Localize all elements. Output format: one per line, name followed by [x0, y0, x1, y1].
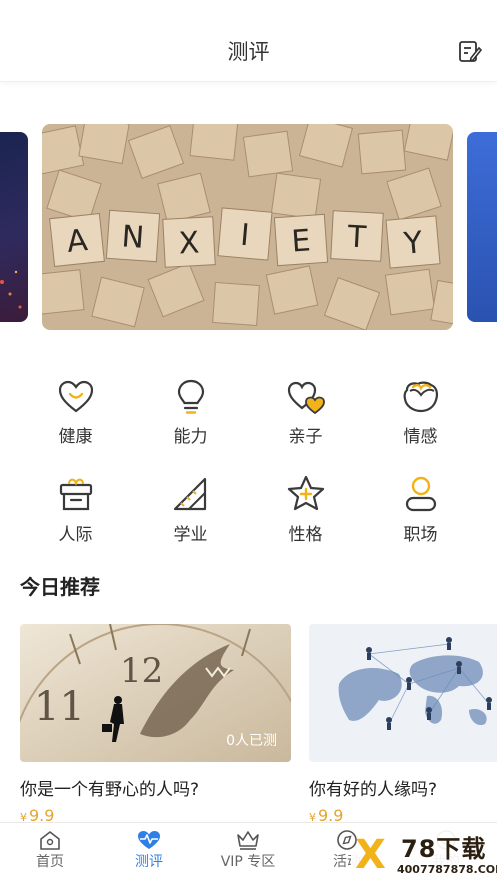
tab-home[interactable]: 首页 — [0, 829, 100, 871]
gift-box-icon — [59, 478, 92, 511]
heartbeat-icon — [138, 831, 160, 849]
letter-tile-text: T — [346, 219, 368, 255]
category-label: 职场 — [403, 525, 438, 545]
double-heart-icon — [287, 381, 325, 415]
category-ability[interactable]: 能力 — [133, 378, 248, 468]
banner-next-slide[interactable] — [467, 132, 497, 322]
category-label: 情感 — [403, 427, 438, 447]
category-personality[interactable]: 性格 — [248, 474, 363, 564]
card-title: 你是一个有野心的人吗? — [20, 780, 200, 800]
letter-tile: I — [217, 207, 273, 261]
tested-count-badge: 0人已测 — [226, 733, 277, 749]
category-label: 性格 — [288, 525, 323, 545]
letter-tile-text: N — [120, 219, 145, 255]
letter-tile: Y — [385, 215, 441, 269]
letter-tile-text: X — [178, 225, 200, 261]
section-title-recommend: 今日推荐 — [20, 575, 100, 599]
card-title: 你有好的人缘吗? — [309, 780, 438, 800]
category-health[interactable]: 健康 — [18, 378, 133, 468]
letter-tile: X — [162, 216, 216, 268]
card-image-network — [309, 624, 497, 762]
letter-tile: T — [330, 210, 384, 262]
banner-prev-slide[interactable] — [0, 132, 28, 322]
letter-tile: A — [49, 212, 105, 268]
tab-label: 首页 — [36, 854, 64, 870]
svg-text:12: 12 — [120, 651, 163, 691]
person-icon — [405, 476, 436, 512]
category-label: 亲子 — [288, 427, 323, 447]
edit-icon[interactable] — [457, 39, 483, 65]
ruler-icon — [173, 477, 206, 511]
top-header: 测评 — [0, 0, 497, 82]
recommend-card[interactable]: 你有好的人缘吗? ¥9.9 — [309, 624, 497, 828]
letter-tile: E — [273, 213, 329, 267]
category-workplace[interactable]: 职场 — [363, 474, 478, 564]
lightbulb-icon — [177, 379, 204, 414]
home-icon — [40, 831, 60, 850]
site-watermark: X 78下载 4007787878.COM — [351, 827, 497, 883]
watermark-title: 78下载 — [401, 835, 487, 863]
letter-tile-text: E — [290, 223, 311, 259]
heart-smile-icon — [58, 380, 93, 413]
letter-tile: N — [105, 209, 161, 263]
page-title: 测评 — [227, 40, 270, 64]
category-emotion[interactable]: 情感 — [363, 378, 478, 468]
letter-tile-text: A — [65, 223, 90, 260]
tab-assessment[interactable]: 测评 — [99, 829, 199, 871]
star-plus-icon — [287, 475, 324, 511]
tab-label: VIP 专区 — [220, 854, 276, 870]
category-label: 学业 — [173, 525, 208, 545]
category-label: 健康 — [58, 427, 93, 447]
crown-icon — [237, 831, 259, 850]
tab-label: 测评 — [135, 854, 163, 870]
letter-tile-text: Y — [401, 225, 424, 262]
category-label: 人际 — [58, 525, 93, 545]
watermark-url: 4007787878.COM — [397, 863, 497, 876]
tab-vip[interactable]: VIP 专区 — [198, 829, 298, 871]
svg-text:11: 11 — [34, 684, 85, 730]
category-label: 能力 — [173, 427, 208, 447]
category-parenting[interactable]: 亲子 — [248, 378, 363, 468]
category-social[interactable]: 人际 — [18, 474, 133, 564]
watermark-mark: X — [355, 832, 386, 878]
card-image-ambition: 11 12 0人已测 — [20, 624, 291, 762]
banner-anxiety-image[interactable]: ANXIETY — [42, 124, 453, 330]
banner-carousel[interactable]: ANXIETY — [0, 124, 497, 330]
category-study[interactable]: 学业 — [133, 474, 248, 564]
emotion-icon — [403, 381, 438, 413]
recommend-card[interactable]: 11 12 0人已测 你是一个有野心的人吗? ¥9.9 — [20, 624, 291, 828]
